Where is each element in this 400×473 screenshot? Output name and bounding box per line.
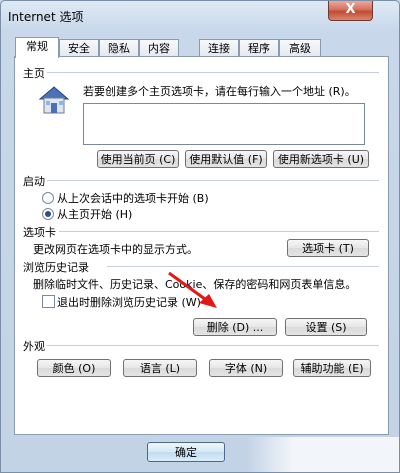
startup-homepage-label: 从主页开始 (H) [57, 208, 133, 221]
homepage-description: 若要创建多个主页选项卡，请在每行输入一个地址 (R)。 [83, 85, 356, 98]
footer-watermark-blur [247, 437, 399, 472]
homepage-section-title: 主页 [23, 67, 45, 80]
appearance-divider [47, 345, 379, 346]
title-bar[interactable]: Internet 选项 X [1, 1, 399, 29]
tabs-description: 更改网页在选项卡中的显示方式。 [33, 243, 198, 256]
use-default-button[interactable]: 使用默认值 (F) [185, 150, 267, 168]
colors-button[interactable]: 颜色 (O) [37, 359, 111, 377]
homepage-divider [47, 72, 379, 73]
red-arrow-annotation [165, 269, 221, 311]
history-settings-button[interactable]: 设置 (S) [285, 318, 367, 336]
tab-privacy[interactable]: 隐私 [99, 39, 139, 57]
startup-section-title: 启动 [23, 175, 45, 188]
tab-programs[interactable]: 程序 [239, 39, 279, 57]
history-divider [107, 266, 379, 267]
languages-button[interactable]: 语言 (L) [123, 359, 197, 377]
delete-history-button[interactable]: 删除 (D) ... [193, 318, 277, 336]
tab-security[interactable]: 安全 [59, 39, 99, 57]
delete-history-on-exit-checkbox[interactable] [42, 295, 55, 308]
tabs-divider [59, 231, 379, 232]
internet-options-dialog: Internet 选项 X 常规 安全 隐私 内容 连接 程序 高级 主页 若要… [0, 0, 400, 473]
tab-general[interactable]: 常规 [15, 37, 59, 58]
use-new-tab-button[interactable]: 使用新选项卡 (U) [273, 150, 369, 168]
startup-last-session-radio[interactable] [42, 192, 54, 204]
tab-strip: 常规 安全 隐私 内容 连接 程序 高级 [15, 37, 385, 58]
homepage-address-input[interactable] [83, 103, 365, 145]
startup-last-session-label: 从上次会话中的选项卡开始 (B) [57, 192, 209, 205]
fonts-button[interactable]: 字体 (N) [209, 359, 283, 377]
tab-connections[interactable]: 连接 [199, 39, 239, 57]
startup-homepage-radio[interactable] [42, 208, 54, 220]
appearance-section-title: 外观 [23, 340, 45, 353]
tabs-settings-button[interactable]: 选项卡 (T) [287, 239, 369, 257]
tab-content[interactable]: 内容 [139, 39, 179, 57]
history-section-title: 浏览历史记录 [23, 261, 89, 274]
tab-advanced[interactable]: 高级 [279, 39, 321, 57]
close-button[interactable]: X [328, 1, 373, 21]
use-current-page-button[interactable]: 使用当前页 (C) [97, 150, 179, 168]
window-title: Internet 选项 [8, 10, 84, 24]
general-tab-panel: 主页 若要创建多个主页选项卡，请在每行输入一个地址 (R)。 使用当前页 (C)… [14, 56, 389, 435]
accessibility-button[interactable]: 辅助功能 (E) [293, 359, 371, 377]
tabs-section-title: 选项卡 [23, 226, 56, 239]
ok-button[interactable]: 确定 [147, 442, 225, 462]
startup-divider [47, 180, 379, 181]
house-icon [37, 85, 71, 115]
